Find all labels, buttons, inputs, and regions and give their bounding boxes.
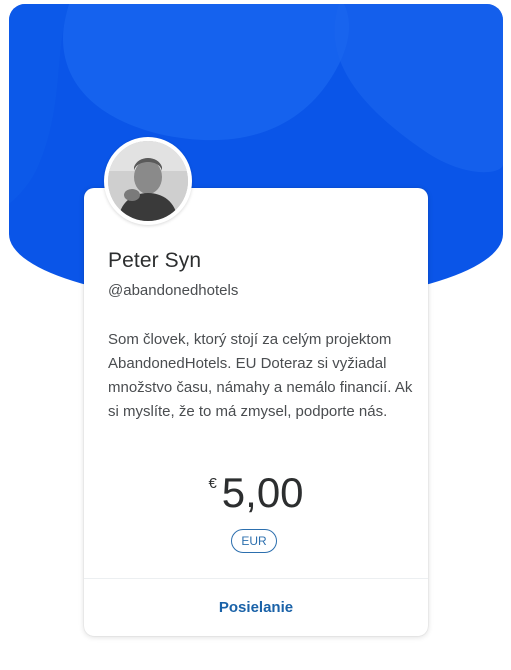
profile-bio: Som človek, ktorý stojí za celým projekt… — [108, 331, 413, 420]
donation-page: Peter Syn @abandonedhotels Som človek, k… — [0, 0, 511, 670]
avatar — [104, 137, 192, 225]
currency-selector[interactable]: EUR — [231, 529, 277, 553]
avatar-photo — [108, 141, 188, 221]
profile-name: Peter Syn — [108, 249, 202, 272]
amount-value: 5,00 — [221, 469, 304, 516]
send-button[interactable]: Posielanie — [84, 579, 428, 636]
profile-handle: @abandonedhotels — [108, 282, 239, 299]
amount-display: €5,00 — [84, 468, 428, 518]
currency-symbol: € — [208, 475, 217, 492]
